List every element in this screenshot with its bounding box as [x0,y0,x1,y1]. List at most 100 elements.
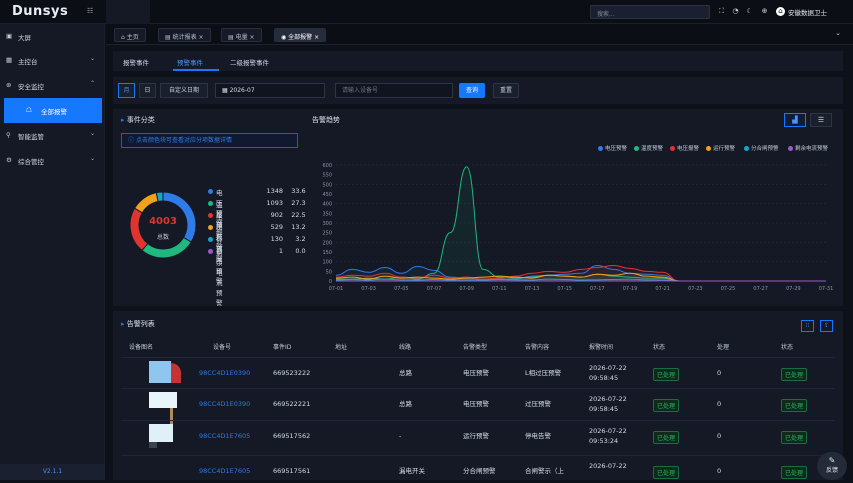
status-badge: 已处理 [653,466,679,479]
x-tick-label: 07-21 [655,286,670,292]
segment-day[interactable]: 日 [139,83,156,98]
trend-legend-item[interactable]: 运行预警 [706,144,735,152]
query-button[interactable]: 查询 [459,83,485,98]
table-header-cell[interactable]: 设备号 [213,342,231,351]
header-spacer [106,0,150,24]
fullscreen-icon[interactable]: ⛶ [717,7,726,16]
chevron-down-icon[interactable]: ⌄ [835,29,841,37]
segment-month[interactable]: 月 [118,83,135,98]
table-header-cell[interactable]: 状态 [781,342,793,351]
x-tick-label: 07-17 [590,286,605,292]
table-header-cell[interactable]: 告警内容 [525,342,549,351]
tab-report[interactable]: ▤ 统计报表 × [158,28,211,42]
device-thumbnail[interactable] [149,361,179,385]
menu-toggle-icon[interactable]: ☷ [87,7,95,15]
legend-swatch [208,201,213,206]
donut-chart[interactable]: 4003 总数 [125,187,201,263]
shield-icon: ⊛ [6,81,13,88]
legend-swatch [744,146,749,151]
status-badge: 已处理 [781,399,807,412]
sidebar-item-all-alarms[interactable]: ☖ 全部报警 [4,98,102,123]
theme-icon[interactable]: ☾ [745,7,754,16]
sidebar-item-security[interactable]: ⊛ 安全监控 ⌃ [0,73,105,98]
trend-legend-item[interactable]: 温度预警 [634,144,663,152]
tab-alarm-events[interactable]: 报警事件 [123,57,149,67]
table-header-cell[interactable]: 设备图名 [129,342,153,351]
alarm-type-cell: 电压预警 [463,400,489,409]
tab-home[interactable]: ⌂ 主页 [114,28,146,42]
table-header-cell[interactable]: 告警类型 [463,342,487,351]
event-type-tabs: 报警事件 预警事件 二级报警事件 [113,51,843,71]
list-view-toggle[interactable]: ☰ [810,113,832,127]
table-header-cell[interactable]: 处理 [717,342,729,351]
reset-button[interactable]: 重置 [493,83,519,98]
legend-swatch [634,146,639,151]
donut-center: 4003 总数 [125,187,201,263]
table-header-cell[interactable]: 事件ID [273,342,291,351]
sidebar-item-screen[interactable]: ▣ 大屏 [0,24,105,49]
bar-chart-toggle[interactable]: ▟ [784,113,806,127]
tab-all-alarms[interactable]: ◉ 全部报警 × [274,28,326,42]
device-number-link[interactable]: 98CC4D1E7605 [199,467,250,476]
table-header-cell[interactable]: 报警时间 [589,342,613,351]
sidebar-item-dashboard[interactable]: ▦ 主控台 ⌄ [0,48,105,73]
alarm-date-cell: 2026-07-22 [589,427,627,436]
column-settings-icon[interactable]: ⁝⁝ [801,320,814,332]
tab-power[interactable]: ▤ 电量 × [221,28,262,42]
device-thumbnail[interactable] [149,392,179,416]
device-number-link[interactable]: 98CC4D1E7605 [199,432,250,441]
device-thumbnail[interactable] [149,424,179,448]
user-name[interactable]: 安徽数据卫士 [788,7,827,17]
table-header-cell[interactable]: 线路 [399,342,411,351]
feedback-button[interactable]: ✎ 反馈 [817,452,847,480]
alarm-content-cell: L相过压预警 [525,369,561,378]
globe-icon[interactable]: ⊕ [760,7,769,16]
alarm-content-cell: 合闸警示（上 [525,467,564,476]
y-tick-label: 550 [322,173,332,179]
export-icon[interactable]: ⇪ [820,320,833,332]
legend-value: 902 [256,211,283,219]
trend-legend-item[interactable]: 电压预警 [598,144,627,152]
legend-name: 剩余电流预警 [216,247,223,307]
device-number-link[interactable]: 98CC4D1E0390 [199,369,250,378]
search-input[interactable]: 搜索... [590,5,710,19]
trend-line-chart[interactable]: 05010015020025030035040045050055060007-0… [306,161,836,301]
alarm-list-title: ▸ 告警列表 [121,319,155,329]
row-divider [121,388,835,389]
status-badge: 已处理 [653,431,679,444]
legend-value: 1348 [256,187,283,195]
table-header-cell[interactable]: 地址 [335,342,347,351]
trend-legend-item[interactable]: 分合闸预警 [744,144,779,152]
bell-icon[interactable]: ◔ [731,7,740,16]
table-header-cell[interactable]: 状态 [653,342,665,351]
tab-level2-alarm-events[interactable]: 二级报警事件 [230,57,269,67]
y-tick-label: 350 [322,211,332,217]
alarm-type-cell: 电压预警 [463,369,489,378]
x-tick-label: 07-15 [557,286,572,292]
y-tick-label: 150 [322,250,332,256]
close-icon[interactable]: × [199,34,204,41]
sidebar-item-control[interactable]: ⚙ 综合管控 ⌄ [0,148,105,173]
tab-warning-events[interactable]: 预警事件 [177,57,203,67]
device-number-link[interactable]: 98CC4D1E0390 [199,400,250,409]
bullet-icon: ▸ [121,116,125,124]
y-tick-label: 450 [322,192,332,198]
sidebar-item-monitoring[interactable]: ⚲ 智能监管 ⌄ [0,123,105,148]
legend-value: 1 [256,247,283,255]
close-icon[interactable]: × [250,34,255,41]
device-thumbnail[interactable] [149,459,179,483]
x-tick-label: 07-29 [786,286,801,292]
trend-legend-item[interactable]: 剩余电流预警 [788,144,828,152]
avatar[interactable]: ⌂ [776,7,785,16]
trend-legend-item[interactable]: 电压报警 [670,144,699,152]
info-notice: ⓘ 点击颜色块可查看对应分项数据详情 [121,133,298,148]
x-tick-label: 07-11 [492,286,507,292]
close-icon[interactable]: × [314,34,319,41]
segment-custom-date[interactable]: 自定义日期 [160,83,208,98]
date-picker[interactable]: ▦ 2026-07 [215,83,325,98]
line-cell: 总路 [399,369,412,378]
dashboard-icon: ▦ [6,56,13,63]
device-number-input[interactable]: 请输入设备号 [335,83,453,98]
handle-count-cell: 0 [717,467,721,476]
legend-name: 温度预警 [641,146,663,152]
